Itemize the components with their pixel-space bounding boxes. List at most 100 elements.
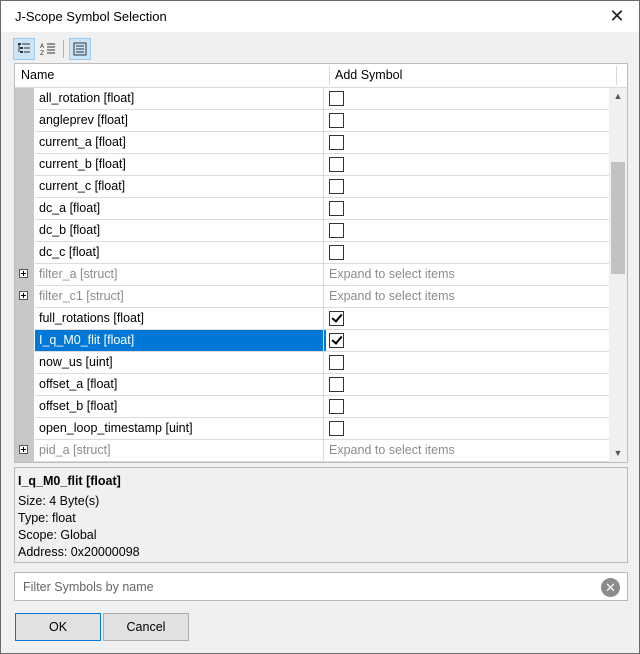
add-symbol-checkbox[interactable] bbox=[329, 333, 344, 348]
symbol-name[interactable]: all_rotation [float] bbox=[35, 88, 326, 110]
ok-button[interactable]: OK bbox=[15, 613, 101, 641]
add-symbol-checkbox[interactable] bbox=[329, 201, 344, 216]
add-symbol-cell bbox=[323, 396, 609, 418]
row-gutter bbox=[15, 352, 34, 374]
detail-address: Address: 0x20000098 bbox=[18, 545, 140, 559]
tree-view-icon bbox=[18, 43, 30, 53]
symbol-details-panel: I_q_M0_flit [float] Size: 4 Byte(s) Type… bbox=[14, 467, 628, 563]
expand-plus-icon[interactable] bbox=[19, 445, 28, 454]
row-gutter bbox=[15, 110, 34, 132]
scroll-thumb[interactable] bbox=[611, 162, 625, 274]
table-row[interactable]: filter_a [struct] Expand to select items bbox=[15, 264, 609, 286]
add-symbol-checkbox[interactable] bbox=[329, 135, 344, 150]
add-symbol-cell bbox=[323, 330, 609, 352]
symbol-name[interactable]: full_rotations [float] bbox=[35, 308, 326, 330]
list-view-icon bbox=[73, 42, 87, 56]
add-symbol-checkbox[interactable] bbox=[329, 157, 344, 172]
cancel-button[interactable]: Cancel bbox=[103, 613, 189, 641]
symbol-name[interactable]: angleprev [float] bbox=[35, 110, 326, 132]
table-row[interactable]: all_rotation [float] bbox=[15, 88, 609, 110]
add-symbol-cell: Expand to select items bbox=[323, 440, 609, 462]
add-symbol-checkbox[interactable] bbox=[329, 113, 344, 128]
column-header-name[interactable]: Name bbox=[21, 68, 54, 82]
add-symbol-checkbox[interactable] bbox=[329, 223, 344, 238]
column-divider[interactable] bbox=[329, 66, 330, 85]
symbol-name[interactable]: current_b [float] bbox=[35, 154, 326, 176]
symbol-name[interactable]: filter_c1 [struct] bbox=[35, 286, 326, 308]
sort-icon: A Z bbox=[40, 43, 55, 56]
add-symbol-cell bbox=[323, 154, 609, 176]
expand-plus-icon[interactable] bbox=[19, 269, 28, 278]
window-title: J-Scope Symbol Selection bbox=[15, 9, 167, 24]
add-symbol-cell bbox=[323, 220, 609, 242]
table-row[interactable]: dc_c [float] bbox=[15, 242, 609, 264]
symbol-name[interactable]: current_a [float] bbox=[35, 132, 326, 154]
filter-symbols-input[interactable] bbox=[21, 577, 585, 597]
table-row[interactable]: angleprev [float] bbox=[15, 110, 609, 132]
add-symbol-checkbox[interactable] bbox=[329, 355, 344, 370]
symbol-name[interactable]: dc_b [float] bbox=[35, 220, 326, 242]
add-symbol-cell bbox=[323, 176, 609, 198]
scroll-down-icon[interactable]: ▼ bbox=[609, 445, 627, 462]
symbol-name[interactable]: pid_a [struct] bbox=[35, 440, 326, 462]
table-row[interactable]: current_c [float] bbox=[15, 176, 609, 198]
add-symbol-checkbox[interactable] bbox=[329, 421, 344, 436]
table-row[interactable]: full_rotations [float] bbox=[15, 308, 609, 330]
table-row[interactable]: offset_b [float] bbox=[15, 396, 609, 418]
row-gutter bbox=[15, 242, 34, 264]
scroll-up-icon[interactable]: ▲ bbox=[609, 88, 627, 105]
expand-hint: Expand to select items bbox=[329, 443, 455, 457]
add-symbol-checkbox[interactable] bbox=[329, 311, 344, 326]
table-row[interactable]: dc_a [float] bbox=[15, 198, 609, 220]
row-gutter bbox=[15, 154, 34, 176]
table-row[interactable]: now_us [uint] bbox=[15, 352, 609, 374]
row-gutter bbox=[15, 286, 34, 308]
column-divider[interactable] bbox=[616, 66, 617, 85]
expand-hint: Expand to select items bbox=[329, 267, 455, 281]
table-row[interactable]: offset_a [float] bbox=[15, 374, 609, 396]
sort-button[interactable]: A Z bbox=[37, 38, 59, 60]
add-symbol-cell bbox=[323, 242, 609, 264]
row-gutter bbox=[15, 418, 34, 440]
row-gutter bbox=[15, 132, 34, 154]
symbol-name[interactable]: dc_a [float] bbox=[35, 198, 326, 220]
table-row[interactable]: current_b [float] bbox=[15, 154, 609, 176]
symbol-name[interactable]: offset_a [float] bbox=[35, 374, 326, 396]
symbol-name[interactable]: I_q_M0_flit [float] bbox=[35, 330, 326, 352]
table-row[interactable]: pid_a [struct] Expand to select items bbox=[15, 440, 609, 462]
expand-plus-icon[interactable] bbox=[19, 291, 28, 300]
clear-filter-icon[interactable]: ✕ bbox=[601, 578, 620, 597]
toolbar-separator bbox=[63, 40, 64, 58]
symbol-rows: all_rotation [float] angleprev [float] cur… bbox=[15, 88, 609, 462]
table-row[interactable]: current_a [float] bbox=[15, 132, 609, 154]
column-header-add-symbol[interactable]: Add Symbol bbox=[335, 68, 402, 82]
symbol-name[interactable]: offset_b [float] bbox=[35, 396, 326, 418]
symbol-name[interactable]: dc_c [float] bbox=[35, 242, 326, 264]
symbol-name[interactable]: now_us [uint] bbox=[35, 352, 326, 374]
close-icon[interactable]: ✕ bbox=[607, 6, 627, 26]
list-view-button[interactable] bbox=[69, 38, 91, 60]
table-row[interactable]: open_loop_timestamp [uint] bbox=[15, 418, 609, 440]
vertical-scrollbar[interactable]: ▲ ▼ bbox=[609, 88, 627, 462]
row-gutter bbox=[15, 88, 34, 110]
add-symbol-checkbox[interactable] bbox=[329, 377, 344, 392]
row-gutter bbox=[15, 374, 34, 396]
symbol-name[interactable]: filter_a [struct] bbox=[35, 264, 326, 286]
table-row[interactable]: I_q_M0_flit [float] bbox=[15, 330, 609, 352]
symbol-selection-dialog: J-Scope Symbol Selection ✕ A Z Name Add … bbox=[0, 0, 640, 654]
row-gutter bbox=[15, 198, 34, 220]
row-gutter bbox=[15, 176, 34, 198]
add-symbol-checkbox[interactable] bbox=[329, 91, 344, 106]
svg-text:A: A bbox=[40, 43, 45, 50]
detail-size: Size: 4 Byte(s) bbox=[18, 494, 100, 508]
symbol-name[interactable]: current_c [float] bbox=[35, 176, 326, 198]
add-symbol-checkbox[interactable] bbox=[329, 179, 344, 194]
symbol-grid: Name Add Symbol all_rotation [float] angl… bbox=[14, 63, 628, 463]
table-row[interactable]: dc_b [float] bbox=[15, 220, 609, 242]
tree-view-button[interactable] bbox=[13, 38, 35, 60]
table-row[interactable]: filter_c1 [struct] Expand to select items bbox=[15, 286, 609, 308]
symbol-name[interactable]: open_loop_timestamp [uint] bbox=[35, 418, 326, 440]
add-symbol-cell bbox=[323, 374, 609, 396]
add-symbol-checkbox[interactable] bbox=[329, 399, 344, 414]
add-symbol-checkbox[interactable] bbox=[329, 245, 344, 260]
